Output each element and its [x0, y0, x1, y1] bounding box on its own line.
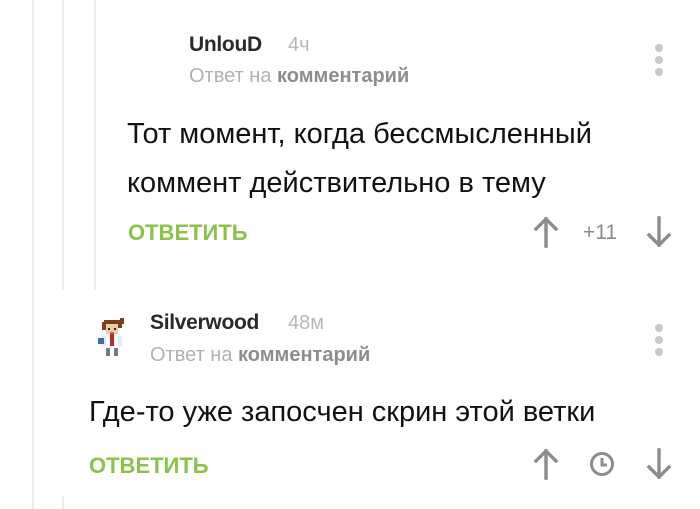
reply-prefix: Ответ на — [189, 65, 272, 87]
comment-author[interactable]: UnlouD — [189, 33, 262, 57]
comment-time: 48м — [288, 312, 324, 334]
reply-meta: Ответ на комментарий — [150, 344, 370, 367]
reply-meta: Ответ на комментарий — [189, 65, 409, 88]
clock-icon[interactable] — [588, 450, 616, 478]
arrow-down-icon[interactable] — [646, 448, 672, 480]
arrow-up-icon[interactable] — [533, 216, 559, 248]
comment-text-line: Тот момент, когда бессмысленный — [127, 118, 592, 150]
arrow-up-icon[interactable] — [533, 448, 559, 480]
comment-text-line: Где-то уже запосчен скрин этой ветки — [89, 396, 596, 428]
comment-text: Где-то уже запосчен скрин этой ветки — [89, 388, 595, 437]
reply-button[interactable]: ОТВЕТИТЬ — [128, 220, 248, 246]
reply-button[interactable]: ОТВЕТИТЬ — [89, 453, 209, 479]
comment-text-line: коммент действительно в тему — [127, 167, 546, 199]
comment: Silverwood 48м Ответ на комментарий Где-… — [0, 290, 700, 509]
reply-prefix: Ответ на — [150, 344, 233, 366]
more-vertical-icon[interactable] — [654, 44, 664, 76]
rating: +11 — [583, 221, 618, 244]
reply-target-link[interactable]: комментарий — [238, 344, 370, 366]
pixel-avatar-icon[interactable] — [94, 318, 130, 358]
more-vertical-icon[interactable] — [654, 324, 664, 356]
arrow-down-icon[interactable] — [646, 216, 672, 248]
comment-author[interactable]: Silverwood — [150, 311, 259, 335]
comment-time: 4ч — [288, 34, 310, 56]
comment: UnlouD 4ч Ответ на комментарий Тот момен… — [0, 0, 700, 290]
comment-text: Тот момент, когда бессмысленный коммент … — [127, 110, 592, 208]
reply-target-link[interactable]: комментарий — [277, 65, 409, 87]
